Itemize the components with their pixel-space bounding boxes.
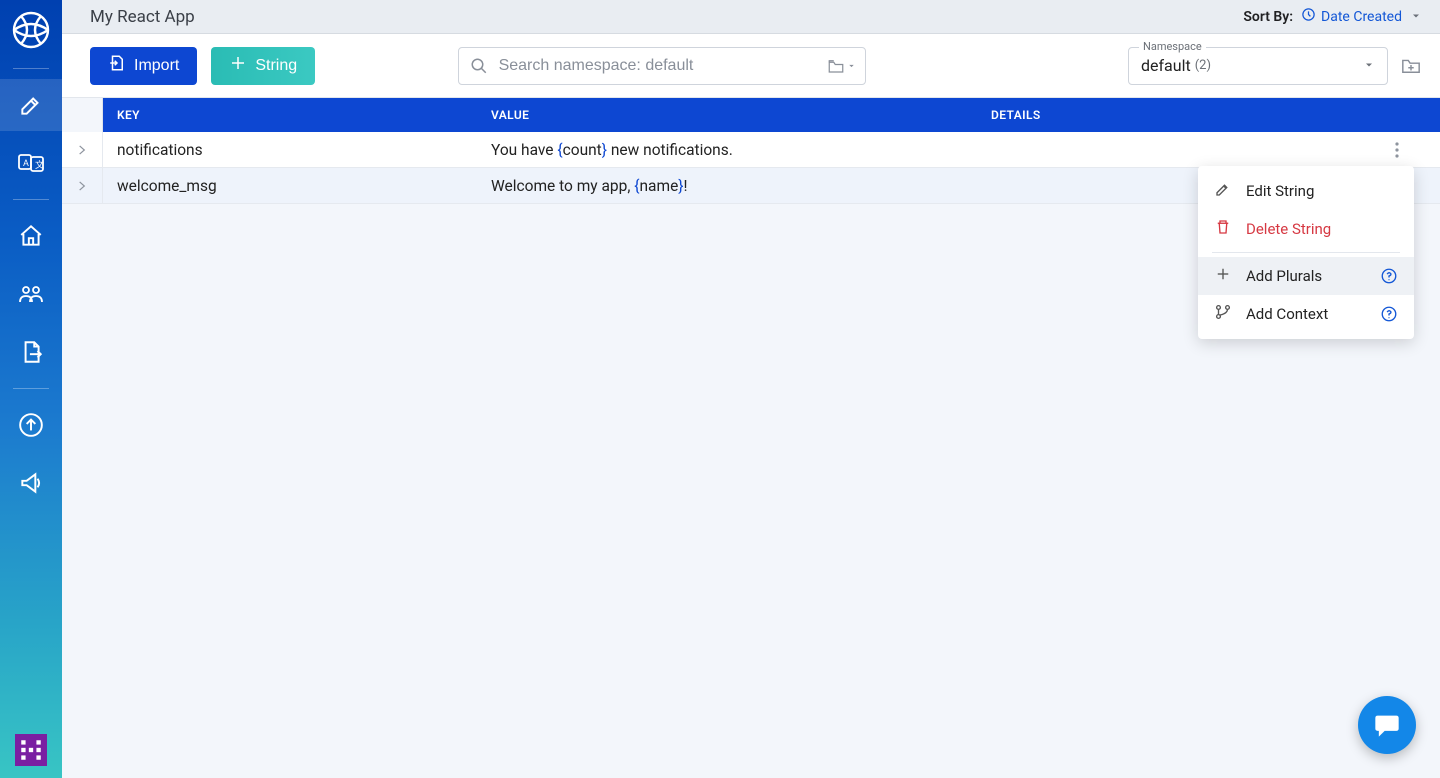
sidebar-item-translate[interactable]: A文 <box>0 137 62 189</box>
string-label: String <box>255 57 297 75</box>
help-icon[interactable] <box>1380 267 1398 285</box>
divider <box>13 388 49 389</box>
menu-delete-label: Delete String <box>1246 220 1331 238</box>
namespace-count: (2) <box>1195 58 1211 73</box>
cell-value: Welcome to my app, {name}! <box>477 177 977 195</box>
namespace-legend: Namespace <box>1139 40 1206 53</box>
add-namespace-button[interactable] <box>1400 55 1422 77</box>
header-expander-placeholder <box>62 98 103 132</box>
plus-icon <box>1214 265 1232 287</box>
search-icon <box>470 57 488 75</box>
svg-text:文: 文 <box>35 159 44 171</box>
divider <box>13 68 49 69</box>
cell-key: notifications <box>103 141 477 159</box>
import-label: Import <box>134 57 179 75</box>
branch-icon <box>1214 303 1232 325</box>
column-header-actions <box>1354 98 1440 132</box>
search-container <box>458 47 866 85</box>
sidebar-item-home[interactable] <box>0 210 62 262</box>
add-string-button[interactable]: String <box>211 47 315 85</box>
table-header: KEY VALUE DETAILS <box>62 98 1440 132</box>
chevron-down-icon[interactable] <box>1410 7 1422 26</box>
row-expander[interactable] <box>62 168 103 203</box>
column-header-value[interactable]: VALUE <box>477 98 977 132</box>
cell-key: welcome_msg <box>103 177 477 195</box>
import-icon <box>108 54 126 77</box>
sort-by-value: Date Created <box>1321 9 1402 25</box>
sidebar-bottom-avatar[interactable] <box>0 734 62 766</box>
sidebar-item-upload[interactable] <box>0 399 62 451</box>
sidebar: A文 <box>0 0 62 778</box>
menu-delete-string[interactable]: Delete String <box>1198 210 1414 248</box>
divider <box>13 199 49 200</box>
menu-edit-label: Edit String <box>1246 182 1314 200</box>
menu-context-label: Add Context <box>1246 305 1328 323</box>
plus-icon <box>229 54 247 77</box>
menu-add-plurals[interactable]: Add Plurals <box>1198 257 1414 295</box>
page-title: My React App <box>90 7 195 27</box>
namespace-value: default <box>1141 56 1191 75</box>
pencil-icon <box>1214 180 1232 202</box>
help-icon[interactable] <box>1380 305 1398 323</box>
toolbar: Import String Namespace default (2) <box>62 34 1440 98</box>
row-actions[interactable] <box>1354 142 1440 158</box>
sort-by-label: Sort By: <box>1243 9 1293 25</box>
sort-by-selector[interactable]: Date Created <box>1301 7 1402 26</box>
row-context-menu: Edit String Delete String Add Plurals Ad… <box>1198 166 1414 339</box>
sidebar-item-export[interactable] <box>0 326 62 378</box>
menu-plurals-label: Add Plurals <box>1246 267 1322 285</box>
column-header-key[interactable]: KEY <box>103 98 477 132</box>
main: My React App Sort By: Date Created Impor… <box>62 0 1440 778</box>
sidebar-item-announce[interactable] <box>0 457 62 509</box>
search-input[interactable] <box>458 47 866 85</box>
clock-icon <box>1301 7 1316 26</box>
sidebar-item-edit[interactable] <box>0 79 62 131</box>
chevron-down-icon <box>1363 56 1375 75</box>
table-row[interactable]: notifications You have {count} new notif… <box>62 132 1440 168</box>
menu-add-context[interactable]: Add Context <box>1198 295 1414 333</box>
import-button[interactable]: Import <box>90 47 197 85</box>
row-expander[interactable] <box>62 132 103 167</box>
svg-text:A: A <box>23 159 29 169</box>
page-header: My React App Sort By: Date Created <box>62 0 1440 34</box>
namespace-select[interactable]: Namespace default (2) <box>1128 47 1388 85</box>
sidebar-item-team[interactable] <box>0 268 62 320</box>
trash-icon <box>1214 218 1232 240</box>
cell-value: You have {count} new notifications. <box>477 141 977 159</box>
menu-edit-string[interactable]: Edit String <box>1198 172 1414 210</box>
column-header-details[interactable]: DETAILS <box>977 98 1354 132</box>
divider <box>1212 252 1400 253</box>
app-logo[interactable] <box>9 8 53 52</box>
chat-fab[interactable] <box>1358 696 1416 754</box>
search-folder-filter[interactable] <box>827 58 856 73</box>
